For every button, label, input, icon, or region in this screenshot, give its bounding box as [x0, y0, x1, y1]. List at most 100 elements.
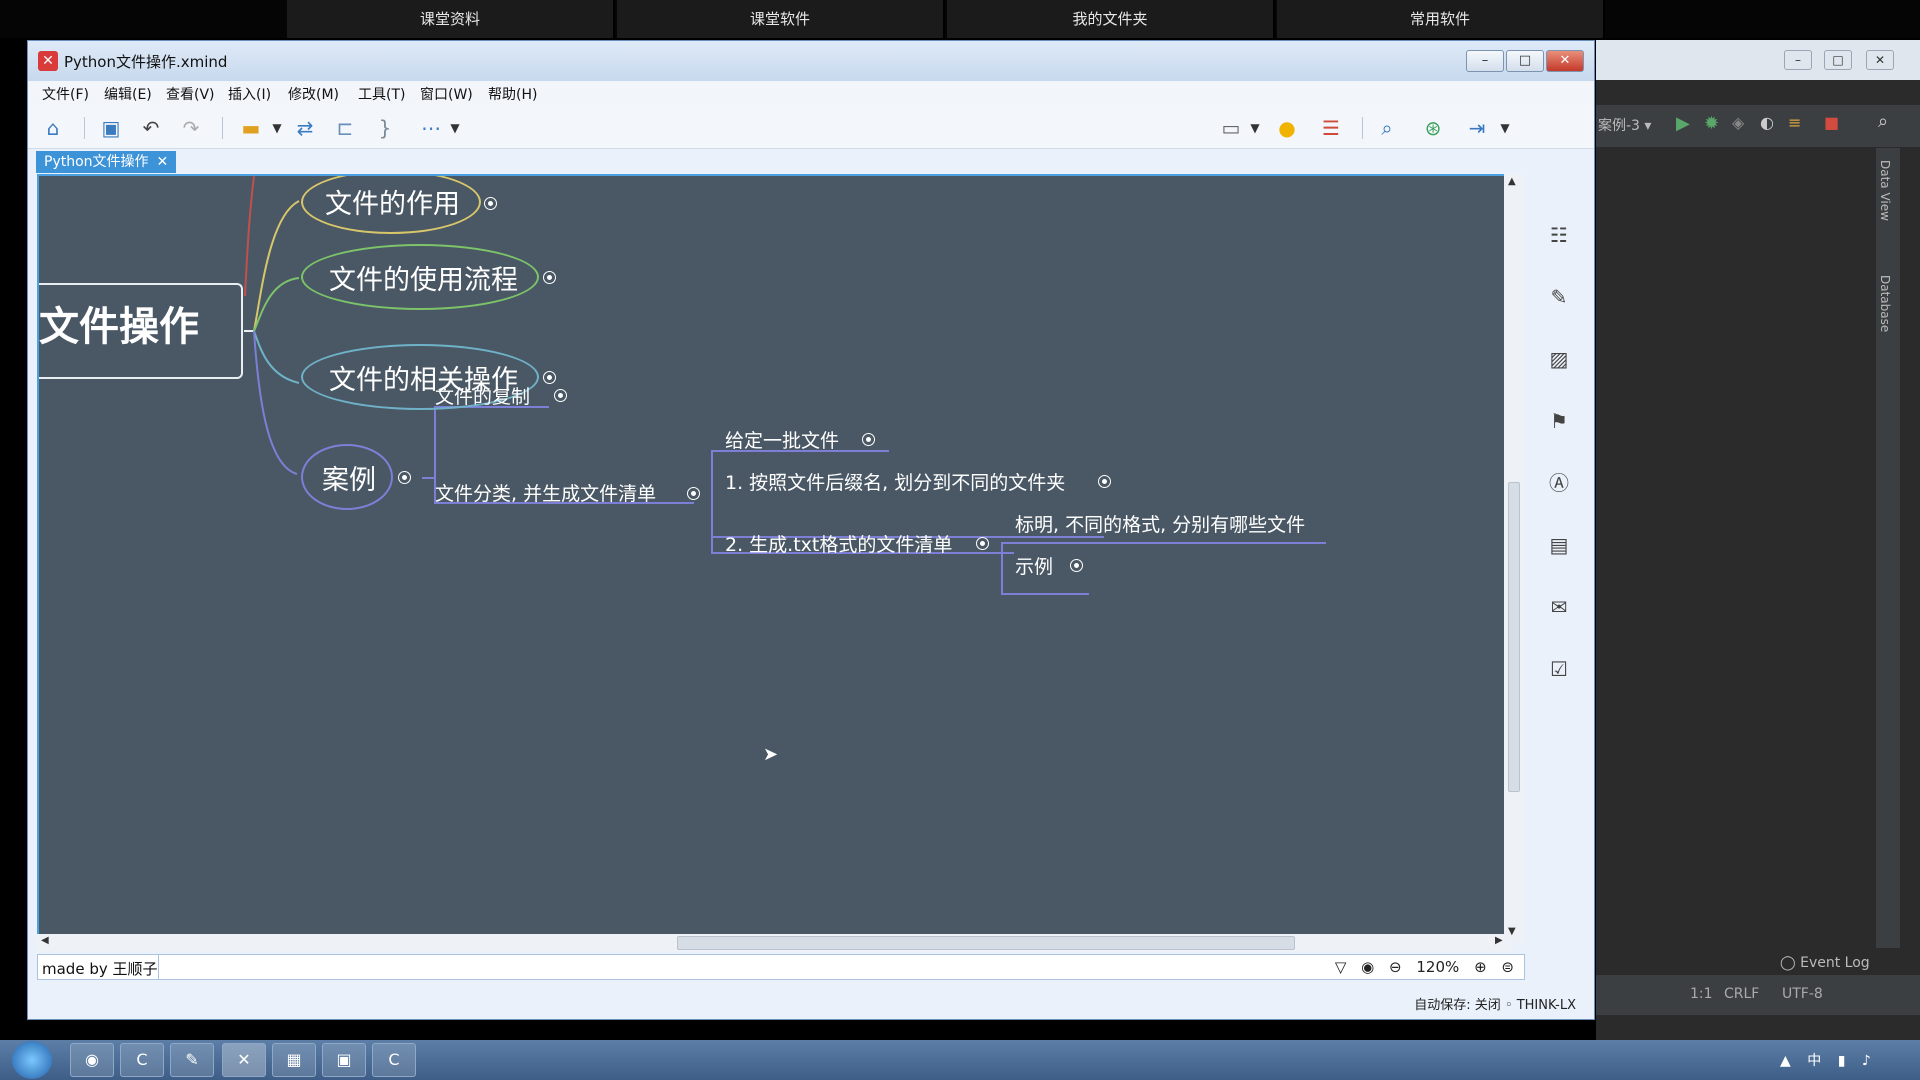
filter-icon[interactable]: ▽: [1335, 958, 1347, 976]
horizontal-scrollbar[interactable]: ◀ ▶: [37, 934, 1511, 952]
vertical-scrollbar[interactable]: ▲ ▼: [1504, 174, 1524, 942]
subtopic-step1[interactable]: 1. 按照文件后缀名, 划分到不同的文件夹: [725, 468, 1065, 495]
scroll-right-icon[interactable]: ▶: [1495, 935, 1503, 946]
collapse-dot[interactable]: [1099, 476, 1110, 487]
mind-map-canvas[interactable]: 文件操作 文件的作用 文件的使用流程 文件的相关操作 案例 文件的复制 文件分类…: [37, 174, 1511, 942]
share-icon[interactable]: ⊛: [1420, 115, 1446, 141]
collapse-dot[interactable]: [688, 488, 699, 499]
subtopic-given-files[interactable]: 给定一批文件: [725, 426, 839, 453]
line-separator[interactable]: CRLF: [1724, 986, 1759, 1002]
menu-tools[interactable]: 工具(T): [358, 84, 405, 104]
vertical-scroll-thumb[interactable]: [1508, 482, 1520, 792]
font-icon[interactable]: Ⓐ: [1546, 470, 1572, 496]
collapse-dot[interactable]: [544, 372, 555, 383]
menu-window[interactable]: 窗口(W): [420, 84, 473, 104]
summary-icon[interactable]: }: [372, 115, 398, 141]
volume-icon[interactable]: ♪: [1862, 1053, 1871, 1069]
subtopic-step2-note[interactable]: 标明, 不同的格式, 分别有哪些文件: [1015, 510, 1305, 537]
menu-file[interactable]: 文件(F): [42, 84, 89, 104]
menu-help[interactable]: 帮助(H): [488, 84, 537, 104]
folder-tab-course-software[interactable]: 课堂软件: [617, 0, 945, 38]
subtopic-classify[interactable]: 文件分类, 并生成文件清单: [435, 479, 656, 506]
boundary-icon[interactable]: ⊏: [332, 115, 358, 141]
horizontal-scroll-thumb[interactable]: [677, 936, 1295, 950]
lightbulb-icon[interactable]: ●: [1274, 115, 1300, 141]
caret-position[interactable]: 1:1: [1690, 986, 1713, 1002]
tab-close-icon[interactable]: ✕: [157, 154, 169, 170]
scroll-left-icon[interactable]: ◀: [41, 935, 49, 946]
collapse-dot[interactable]: [399, 472, 410, 483]
topic-icon[interactable]: ▬: [238, 115, 264, 141]
close-button[interactable]: ✕: [1546, 50, 1584, 72]
ide-search-icon[interactable]: ⌕: [1878, 111, 1888, 132]
format-brush-icon[interactable]: ✎: [1546, 284, 1572, 310]
zoom-menu-icon[interactable]: ⊜: [1501, 958, 1514, 976]
chevron-down-icon[interactable]: ▼: [1492, 115, 1518, 141]
gantt-icon[interactable]: ☰: [1318, 115, 1344, 141]
file-encoding[interactable]: UTF-8: [1782, 986, 1823, 1002]
ide-maximize-button[interactable]: □: [1824, 50, 1852, 70]
presentation-icon[interactable]: ▭: [1218, 115, 1244, 141]
outline-icon[interactable]: ☷: [1546, 222, 1572, 248]
menu-modify[interactable]: 修改(M): [288, 84, 339, 104]
image-icon[interactable]: ▨: [1546, 346, 1572, 372]
notes-icon[interactable]: ▤: [1546, 532, 1572, 558]
concurrency-icon[interactable]: ≡: [1788, 113, 1801, 132]
menu-edit[interactable]: 编辑(E): [104, 84, 152, 104]
undo-icon[interactable]: ↶: [138, 115, 164, 141]
chevron-down-icon[interactable]: ▼: [264, 115, 290, 141]
subtopic-step2[interactable]: 2. 生成.txt格式的文件清单: [725, 530, 952, 557]
scroll-up-icon[interactable]: ▲: [1508, 176, 1516, 187]
folder-tab-common-software[interactable]: 常用软件: [1277, 0, 1605, 38]
eye-icon[interactable]: ◉: [1361, 958, 1374, 976]
start-button[interactable]: [12, 1041, 52, 1079]
chevron-down-icon[interactable]: ▼: [1242, 115, 1268, 141]
ime-icon[interactable]: 中: [1807, 1053, 1821, 1069]
tray-expand-icon[interactable]: ▲: [1780, 1053, 1791, 1069]
zoom-in-icon[interactable]: ⊕: [1474, 958, 1487, 976]
event-log-button[interactable]: ◯ Event Log: [1780, 955, 1870, 971]
app-red-taskbar-icon[interactable]: C: [372, 1043, 416, 1077]
calc-taskbar-icon[interactable]: ▦: [272, 1043, 316, 1077]
data-view-tool[interactable]: Data View: [1878, 160, 1892, 221]
home-icon[interactable]: ⌂: [40, 115, 66, 141]
subtopic-example[interactable]: 示例: [1015, 552, 1053, 579]
stop-icon[interactable]: ■: [1824, 113, 1839, 132]
app-green-taskbar-icon[interactable]: C: [120, 1043, 164, 1077]
menu-insert[interactable]: 插入(I): [228, 84, 271, 104]
relationship-icon[interactable]: ⇄: [292, 115, 318, 141]
ide-close-button[interactable]: ✕: [1866, 50, 1894, 70]
redo-icon[interactable]: ↷: [178, 115, 204, 141]
zoom-level[interactable]: 120%: [1416, 958, 1459, 976]
menu-view[interactable]: 查看(V): [166, 84, 215, 104]
firefox-taskbar-icon[interactable]: ◉: [70, 1043, 114, 1077]
chevron-down-icon[interactable]: ▼: [442, 115, 468, 141]
debug-icon[interactable]: ✹: [1704, 113, 1719, 134]
comments-icon[interactable]: ✉: [1546, 594, 1572, 620]
collapse-dot[interactable]: [544, 272, 555, 283]
run-icon[interactable]: ▶: [1676, 113, 1690, 134]
database-tool[interactable]: Database: [1878, 275, 1892, 332]
folder-tab-my-folder[interactable]: 我的文件夹: [947, 0, 1275, 38]
autosave-status[interactable]: 自动保存: 关闭 ◦ THINK-LX: [1414, 994, 1576, 1013]
subtopic-copy[interactable]: 文件的复制: [435, 382, 530, 409]
zoom-out-icon[interactable]: ⊖: [1389, 958, 1402, 976]
document-tab[interactable]: Python文件操作 ✕: [36, 151, 177, 173]
collapse-dot[interactable]: [485, 198, 496, 209]
export-icon[interactable]: ⇥: [1464, 115, 1490, 141]
maximize-button[interactable]: □: [1506, 50, 1544, 72]
marker-flag-icon[interactable]: ⚑: [1546, 408, 1572, 434]
collapse-dot[interactable]: [555, 390, 566, 401]
profile-icon[interactable]: ◐: [1760, 113, 1774, 132]
folder-tab-course-materials[interactable]: 课堂资料: [287, 0, 615, 38]
collapse-dot[interactable]: [863, 434, 874, 445]
task-icon[interactable]: ☑: [1546, 656, 1572, 682]
ide-minimize-button[interactable]: –: [1784, 50, 1812, 70]
search-icon[interactable]: ⌕: [1374, 115, 1400, 141]
coverage-icon[interactable]: ◈: [1732, 113, 1744, 132]
ide-run-config[interactable]: 案例-3 ▾: [1598, 115, 1651, 135]
more-icon[interactable]: ⋯: [418, 115, 444, 141]
pen-taskbar-icon[interactable]: ✎: [170, 1043, 214, 1077]
minimize-button[interactable]: –: [1466, 50, 1504, 72]
network-icon[interactable]: ▮: [1838, 1053, 1846, 1069]
